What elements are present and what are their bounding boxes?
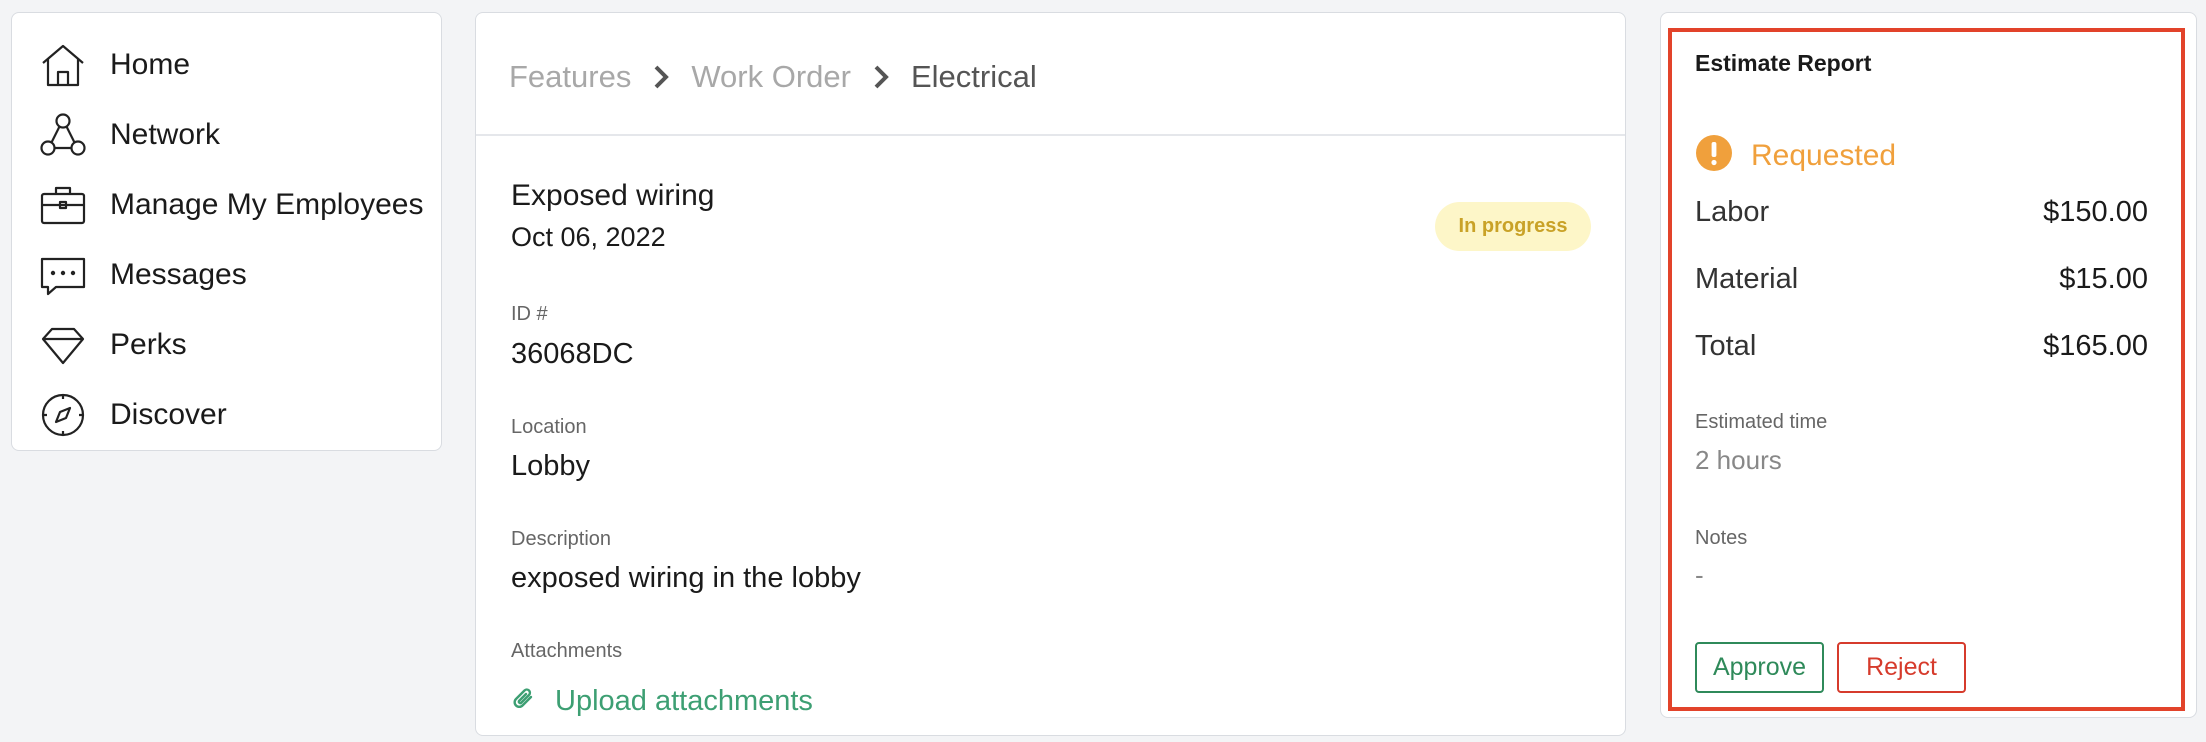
sidebar-item-label: Messages: [110, 258, 247, 291]
location-label: Location: [511, 416, 587, 438]
row-value: $15.00: [2059, 263, 2148, 295]
briefcase-icon: [38, 180, 88, 230]
estimate-row-labor: Labor $150.00: [1695, 196, 2148, 229]
row-value: $150.00: [2043, 196, 2148, 228]
sidebar-nav: Home Network Manage My Employees Message…: [11, 12, 442, 451]
work-order-title: Exposed wiring: [511, 179, 715, 212]
status-text: Requested: [1751, 138, 1897, 172]
row-label: Material: [1695, 263, 1799, 295]
upload-attachments-label: Upload attachments: [555, 685, 813, 717]
estimate-row-material: Material $15.00: [1695, 263, 2148, 296]
id-label: ID #: [511, 303, 548, 325]
breadcrumb: Features Work Order Electrical: [509, 57, 1037, 97]
upload-attachments-link[interactable]: Upload attachments: [511, 685, 813, 718]
chevron-right-icon: [873, 65, 889, 89]
sidebar-item-label: Network: [110, 118, 221, 151]
sidebar-item-label: Discover: [110, 398, 227, 431]
sidebar-item-manage-employees[interactable]: Manage My Employees: [12, 177, 441, 233]
breadcrumb-electrical: Electrical: [910, 59, 1037, 94]
estimate-status: Requested: [1695, 134, 1896, 177]
approve-button[interactable]: Approve: [1695, 642, 1824, 693]
work-order-date: Oct 06, 2022: [511, 222, 666, 252]
estimate-report-card: Estimate Report Requested Labor $150.00 …: [1668, 28, 2185, 711]
message-icon: [38, 250, 88, 300]
attachments-label: Attachments: [511, 640, 623, 662]
sidebar-item-label: Home: [110, 48, 191, 81]
description-label: Description: [511, 528, 612, 550]
notes-value: -: [1695, 560, 1704, 590]
breadcrumb-work-order[interactable]: Work Order: [691, 59, 851, 95]
sidebar-item-discover[interactable]: Discover: [12, 387, 441, 443]
compass-icon: [38, 390, 88, 440]
row-value: $165.00: [2043, 330, 2148, 362]
header-divider: [476, 134, 1625, 136]
breadcrumb-features[interactable]: Features: [509, 59, 631, 95]
notes-label: Notes: [1695, 527, 1748, 549]
work-order-panel: Features Work Order Electrical Exposed w…: [475, 12, 1626, 736]
alert-icon: [1695, 134, 1733, 177]
sidebar-item-label: Perks: [110, 328, 187, 361]
status-badge: In progress: [1435, 202, 1591, 251]
id-value: 36068DC: [511, 338, 634, 370]
estimate-title: Estimate Report: [1695, 50, 1872, 76]
location-value: Lobby: [511, 450, 591, 482]
chevron-right-icon: [653, 65, 670, 89]
sidebar-item-messages[interactable]: Messages: [12, 247, 441, 303]
sidebar-item-perks[interactable]: Perks: [12, 317, 441, 373]
description-value: exposed wiring in the lobby: [511, 562, 861, 594]
row-label: Total: [1695, 330, 1757, 362]
diamond-icon: [38, 320, 88, 370]
sidebar-item-network[interactable]: Network: [12, 107, 441, 163]
home-icon: [38, 40, 88, 90]
network-icon: [38, 110, 88, 160]
row-label: Labor: [1695, 196, 1770, 228]
reject-button[interactable]: Reject: [1837, 642, 1966, 693]
estimated-time-value: 2 hours: [1695, 445, 1782, 475]
sidebar-item-label: Manage My Employees: [110, 188, 424, 221]
estimate-row-total: Total $165.00: [1695, 330, 2148, 363]
paperclip-icon: [511, 686, 537, 717]
sidebar-item-home[interactable]: Home: [12, 37, 441, 93]
estimated-time-label: Estimated time: [1695, 411, 1828, 433]
